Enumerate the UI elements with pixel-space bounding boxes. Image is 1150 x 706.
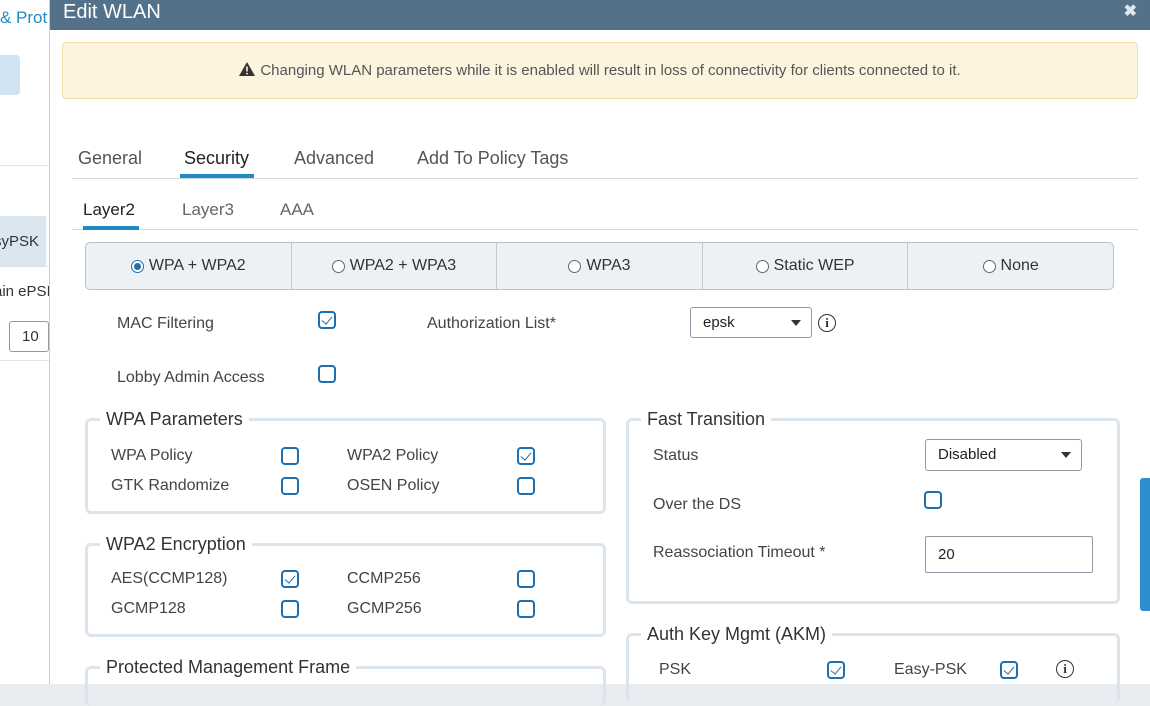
- fast-transition-title: Fast Transition: [641, 409, 772, 430]
- close-icon[interactable]: ✖: [1124, 1, 1137, 21]
- wpa2-policy-label: WPA2 Policy: [347, 447, 439, 464]
- subtab-layer2[interactable]: Layer2: [83, 200, 135, 220]
- background-input[interactable]: 10: [9, 321, 49, 352]
- reassociation-timeout-input[interactable]: 20: [925, 536, 1093, 573]
- status-select[interactable]: Disabled: [925, 439, 1082, 471]
- mode-wpa-wpa2[interactable]: WPA + WPA2: [86, 243, 292, 289]
- gtk-randomize-label: GTK Randomize: [111, 477, 230, 494]
- background-page: & Prot syPSK ain ePSI 10: [0, 0, 50, 684]
- background-title: & Prot: [0, 8, 48, 27]
- security-subtabs: Layer2 Layer3 AAA: [72, 188, 1138, 230]
- ccmp256-checkbox[interactable]: [517, 570, 535, 588]
- mode-label: None: [1000, 257, 1039, 274]
- status-label: Status: [653, 447, 699, 464]
- mode-none[interactable]: None: [908, 243, 1113, 289]
- ccmp256-label: CCMP256: [347, 570, 421, 587]
- over-the-ds-label: Over the DS: [653, 496, 742, 513]
- wpa-parameters-title: WPA Parameters: [100, 409, 249, 430]
- osen-policy-label: OSEN Policy: [347, 477, 440, 494]
- mode-label: WPA2 + WPA3: [349, 257, 457, 274]
- subtab-layer3[interactable]: Layer3: [182, 200, 234, 220]
- pmf-group: Protected Management Frame: [85, 657, 606, 706]
- mode-label: WPA + WPA2: [148, 257, 246, 274]
- wpa2-encryption-title: WPA2 Encryption: [100, 534, 252, 555]
- authorization-list-select[interactable]: epsk: [690, 307, 812, 338]
- background-button[interactable]: [0, 55, 20, 95]
- active-tab-indicator: [180, 174, 254, 178]
- reassociation-timeout-label: Reassociation Timeout *: [653, 544, 826, 561]
- tab-advanced[interactable]: Advanced: [294, 148, 374, 169]
- aes-ccmp128-checkbox[interactable]: [281, 570, 299, 588]
- divider: [0, 360, 50, 361]
- psk-label: PSK: [659, 661, 692, 678]
- select-value: Disabled: [938, 446, 997, 463]
- info-icon[interactable]: i: [818, 314, 836, 332]
- security-mode-selector: WPA + WPA2 WPA2 + WPA3 WPA3 Static WEP N…: [85, 242, 1114, 290]
- psk-checkbox[interactable]: [827, 661, 845, 679]
- gcmp256-checkbox[interactable]: [517, 600, 535, 618]
- mode-label: WPA3: [586, 257, 631, 274]
- aes-ccmp128-label: AES(CCMP128): [111, 570, 228, 587]
- wpa-policy-checkbox[interactable]: [281, 447, 299, 465]
- mac-filtering-checkbox[interactable]: [318, 311, 336, 329]
- tab-security[interactable]: Security: [184, 148, 249, 169]
- scrollbar[interactable]: [1140, 478, 1150, 611]
- mode-wpa2-wpa3[interactable]: WPA2 + WPA3: [292, 243, 498, 289]
- gcmp256-label: GCMP256: [347, 600, 422, 617]
- wpa2-policy-checkbox[interactable]: [517, 447, 535, 465]
- lobby-admin-label: Lobby Admin Access: [117, 369, 265, 386]
- pmf-title: Protected Management Frame: [100, 657, 357, 678]
- radio-icon: [331, 259, 345, 273]
- background-row-label: ain ePSI: [0, 283, 50, 300]
- wpa-parameters-group: WPA Parameters WPA Policy WPA2 Policy GT…: [85, 409, 606, 514]
- alert-text: Changing WLAN parameters while it is ena…: [260, 62, 961, 79]
- mode-static-wep[interactable]: Static WEP: [703, 243, 909, 289]
- edit-wlan-modal: Edit WLAN ✖ Changing WLAN parameters whi…: [49, 0, 1150, 706]
- modal-title: Edit WLAN: [63, 1, 161, 23]
- lobby-admin-checkbox[interactable]: [318, 365, 336, 383]
- authorization-list-label: Authorization List*: [427, 315, 556, 332]
- wpa2-encryption-group: WPA2 Encryption AES(CCMP128) CCMP256 GCM…: [85, 534, 606, 637]
- gtk-randomize-checkbox[interactable]: [281, 477, 299, 495]
- chevron-down-icon: [1061, 452, 1071, 458]
- divider: [0, 266, 50, 267]
- radio-icon: [568, 259, 582, 273]
- radio-icon: [130, 259, 144, 273]
- easy-psk-checkbox[interactable]: [1000, 661, 1018, 679]
- tab-general[interactable]: General: [78, 148, 142, 169]
- radio-icon: [982, 259, 996, 273]
- mac-filtering-label: MAC Filtering: [117, 315, 214, 332]
- fast-transition-group: Fast Transition Status Disabled Over the…: [626, 409, 1120, 604]
- tab-add-to-policy-tags[interactable]: Add To Policy Tags: [417, 148, 568, 169]
- warning-alert: Changing WLAN parameters while it is ena…: [62, 42, 1138, 99]
- subtab-aaa[interactable]: AAA: [280, 200, 314, 220]
- mode-label: Static WEP: [773, 257, 855, 274]
- gcmp128-label: GCMP128: [111, 600, 186, 617]
- mode-wpa3[interactable]: WPA3: [497, 243, 703, 289]
- easy-psk-label: Easy-PSK: [894, 661, 967, 678]
- main-tabs: General Security Advanced Add To Policy …: [72, 138, 1138, 179]
- divider: [0, 165, 50, 166]
- gcmp128-checkbox[interactable]: [281, 600, 299, 618]
- select-value: epsk: [703, 314, 735, 331]
- info-icon[interactable]: i: [1056, 660, 1074, 678]
- active-subtab-indicator: [83, 226, 139, 230]
- over-the-ds-checkbox[interactable]: [924, 491, 942, 509]
- wpa-policy-label: WPA Policy: [111, 447, 193, 464]
- radio-icon: [755, 259, 769, 273]
- warning-icon: [239, 62, 256, 80]
- akm-group: Auth Key Mgmt (AKM) PSK Easy-PSK i: [626, 624, 1120, 703]
- chevron-down-icon: [791, 320, 801, 326]
- akm-title: Auth Key Mgmt (AKM): [641, 624, 833, 645]
- background-row-label: syPSK: [0, 233, 40, 250]
- osen-policy-checkbox[interactable]: [517, 477, 535, 495]
- modal-header: Edit WLAN ✖: [50, 0, 1150, 30]
